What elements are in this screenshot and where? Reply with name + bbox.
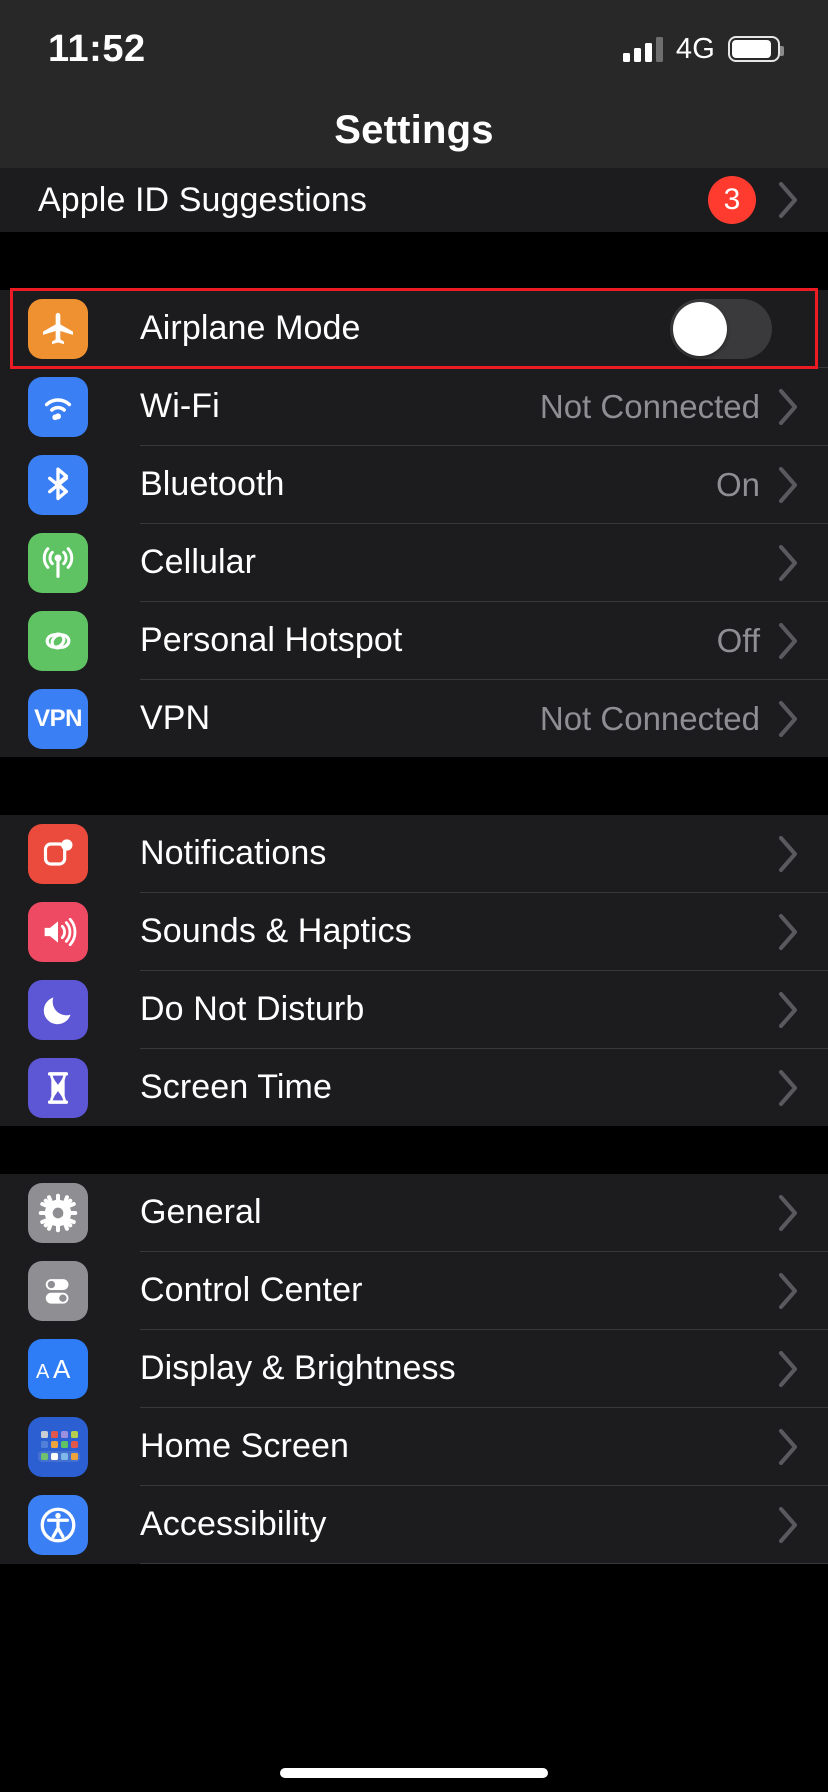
row-label: Accessibility bbox=[140, 1505, 327, 1543]
chevron-right-icon bbox=[778, 991, 800, 1029]
chevron-right-icon bbox=[778, 1069, 800, 1107]
group-system: General Control Center A A Display & Bri… bbox=[0, 1174, 828, 1564]
home-indicator bbox=[280, 1768, 548, 1778]
row-airplane-mode[interactable]: Airplane Mode bbox=[0, 290, 828, 367]
group-alerts: Notifications Sounds & Haptics Do Not Di… bbox=[0, 815, 828, 1126]
status-badge: 3 bbox=[708, 176, 756, 224]
control-center-toggles-icon bbox=[28, 1260, 88, 1321]
group-apple-id: Apple ID Suggestions 3 bbox=[0, 168, 828, 232]
row-wifi[interactable]: Wi-Fi Not Connected bbox=[0, 368, 828, 445]
bluetooth-icon bbox=[28, 454, 88, 515]
row-screen-time[interactable]: Screen Time bbox=[0, 1049, 828, 1126]
chevron-right-icon bbox=[778, 700, 800, 738]
chevron-right-icon bbox=[778, 1506, 800, 1544]
group-connectivity: Airplane Mode Wi-Fi Not Connected Blueto… bbox=[0, 290, 828, 757]
toggle-knob bbox=[673, 301, 727, 356]
group-spacer bbox=[0, 232, 828, 290]
network-type-label: 4G bbox=[675, 32, 715, 65]
group-spacer bbox=[0, 1126, 828, 1174]
home-screen-grid-icon bbox=[28, 1416, 88, 1477]
row-home-screen[interactable]: Home Screen bbox=[0, 1408, 828, 1485]
row-label: Do Not Disturb bbox=[140, 990, 365, 1028]
chevron-right-icon bbox=[778, 544, 800, 582]
svg-text:A: A bbox=[53, 1354, 71, 1384]
row-sounds-haptics[interactable]: Sounds & Haptics bbox=[0, 893, 828, 970]
separator bbox=[140, 1563, 828, 1564]
row-control-center[interactable]: Control Center bbox=[0, 1252, 828, 1329]
chevron-right-icon bbox=[778, 913, 800, 951]
row-label: Cellular bbox=[140, 543, 257, 581]
row-label: Screen Time bbox=[140, 1068, 332, 1106]
chevron-right-icon bbox=[778, 622, 800, 660]
row-label: Home Screen bbox=[140, 1427, 349, 1465]
row-personal-hotspot[interactable]: Personal Hotspot Off bbox=[0, 602, 828, 679]
chevron-right-icon bbox=[778, 466, 800, 504]
row-display-brightness[interactable]: A A Display & Brightness bbox=[0, 1330, 828, 1407]
chevron-right-icon bbox=[778, 1272, 800, 1310]
row-value: Not Connected bbox=[539, 699, 760, 737]
notifications-icon bbox=[28, 823, 88, 884]
row-label: Wi-Fi bbox=[140, 387, 220, 425]
row-label: Apple ID Suggestions bbox=[38, 180, 367, 219]
navigation-bar: Settings bbox=[0, 92, 828, 168]
row-value: Off bbox=[716, 621, 760, 659]
status-bar-indicators: 4G bbox=[622, 32, 784, 66]
row-notifications[interactable]: Notifications bbox=[0, 815, 828, 892]
row-label: Display & Brightness bbox=[140, 1349, 456, 1387]
row-label: Control Center bbox=[140, 1271, 363, 1309]
row-label: Sounds & Haptics bbox=[140, 912, 412, 950]
vpn-icon-text: VPN bbox=[34, 704, 82, 732]
battery-icon bbox=[728, 36, 784, 62]
chevron-right-icon bbox=[778, 835, 800, 873]
row-vpn[interactable]: VPN VPN Not Connected bbox=[0, 680, 828, 757]
settings-list: Apple ID Suggestions 3 Airplane Mode Wi-… bbox=[0, 168, 828, 1564]
row-label: Notifications bbox=[140, 834, 327, 872]
svg-text:A: A bbox=[36, 1361, 50, 1383]
airplane-icon bbox=[28, 298, 88, 359]
chevron-right-icon bbox=[778, 1428, 800, 1466]
row-cellular[interactable]: Cellular bbox=[0, 524, 828, 601]
row-label: VPN bbox=[140, 699, 211, 737]
group-spacer bbox=[0, 757, 828, 815]
airplane-mode-toggle[interactable] bbox=[670, 298, 772, 359]
cellular-antenna-icon bbox=[28, 532, 88, 593]
sounds-speaker-icon bbox=[28, 901, 88, 962]
row-apple-id-suggestions[interactable]: Apple ID Suggestions 3 bbox=[0, 168, 828, 232]
hourglass-icon bbox=[28, 1057, 88, 1118]
row-bluetooth[interactable]: Bluetooth On bbox=[0, 446, 828, 523]
row-label: General bbox=[140, 1193, 262, 1231]
chevron-right-icon bbox=[778, 388, 800, 426]
page-title: Settings bbox=[334, 107, 494, 152]
row-general[interactable]: General bbox=[0, 1174, 828, 1251]
vpn-icon: VPN bbox=[28, 688, 88, 749]
row-value: On bbox=[715, 465, 760, 503]
moon-icon bbox=[28, 979, 88, 1040]
chevron-right-icon bbox=[778, 1194, 800, 1232]
display-aa-icon: A A bbox=[28, 1338, 88, 1399]
chevron-right-icon bbox=[778, 181, 800, 219]
status-bar: 11:52 4G bbox=[0, 0, 828, 92]
iphone-settings-screen: 11:52 4G Settings Apple ID Suggestions 3 bbox=[0, 0, 828, 1792]
chevron-right-icon bbox=[778, 1350, 800, 1388]
row-value: Not Connected bbox=[539, 387, 760, 425]
row-label: Personal Hotspot bbox=[140, 621, 403, 659]
row-do-not-disturb[interactable]: Do Not Disturb bbox=[0, 971, 828, 1048]
hotspot-link-icon bbox=[28, 610, 88, 671]
row-label: Bluetooth bbox=[140, 465, 285, 503]
row-accessibility[interactable]: Accessibility bbox=[0, 1486, 828, 1563]
gear-icon bbox=[28, 1182, 88, 1243]
row-label: Airplane Mode bbox=[140, 309, 361, 347]
accessibility-icon bbox=[28, 1494, 88, 1555]
wifi-icon bbox=[28, 376, 88, 437]
cellular-signal-icon bbox=[622, 36, 663, 62]
status-bar-time: 11:52 bbox=[48, 27, 146, 70]
